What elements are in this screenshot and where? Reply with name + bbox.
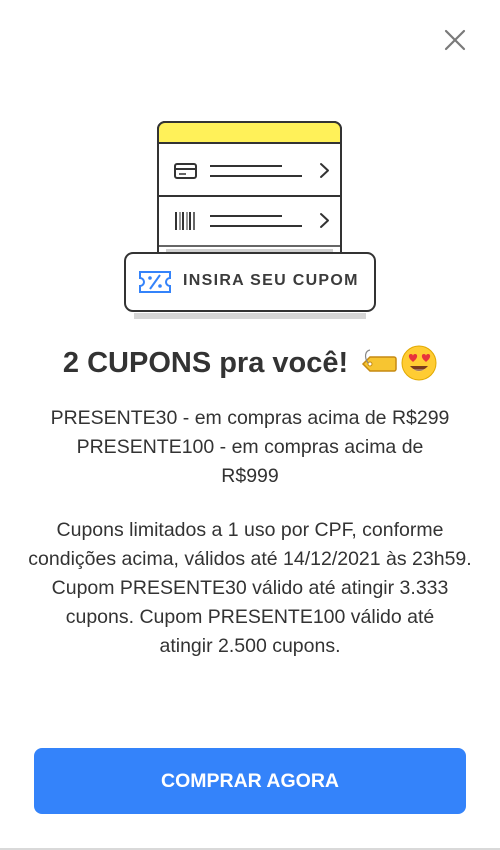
- label-tag-emoji: [361, 349, 397, 372]
- coupon-rules: Cupons limitados a 1 uso por CPF, confor…: [20, 516, 480, 661]
- coupon-code-line: PRESENTE30 - em compras acima de R$299: [50, 407, 450, 429]
- coupon-modal: INSIRA SEU CUPOM 2 CUPONS pra você! PRES…: [0, 0, 500, 850]
- coupon-codes: PRESENTE30 - em compras acima de R$299 P…: [20, 404, 480, 491]
- coupon-chip-label: INSIRA SEU CUPOM: [183, 272, 359, 289]
- usage-rule-text: Cupons limitados a 1 uso por CPF, confor…: [28, 519, 472, 570]
- heart-eyes-emoji: [401, 345, 437, 381]
- title-row: 2 CUPONS pra você!: [0, 345, 500, 381]
- buy-now-button[interactable]: COMPRAR AGORA: [34, 748, 466, 814]
- modal-title: 2 CUPONS pra você!: [62, 346, 349, 379]
- limit-rule-text: Cupom PRESENTE30 válido até atingir 3.33…: [51, 577, 449, 657]
- coupon-code-line: PRESENTE100 - em compras acima de R$999: [76, 436, 424, 487]
